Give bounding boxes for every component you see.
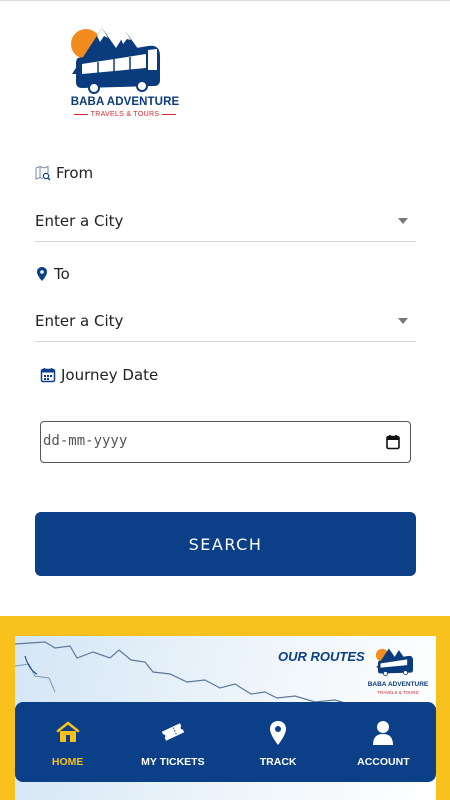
- to-label: To: [35, 265, 70, 283]
- banner-brand-tagline: TRAVELS & TOURS: [377, 690, 419, 695]
- brand-logo: BABA ADVENTURE TRAVELS & TOURS: [64, 18, 184, 124]
- journey-date-input[interactable]: dd-mm-yyyy: [40, 421, 411, 463]
- chevron-down-icon: [398, 318, 408, 324]
- nav-label-account: ACCOUNT: [357, 756, 410, 768]
- to-label-text: To: [54, 265, 70, 283]
- to-city-select[interactable]: Enter a City: [35, 302, 416, 342]
- from-label: From: [35, 164, 93, 182]
- date-placeholder: dd-mm-yyyy: [43, 433, 128, 449]
- top-divider: [0, 0, 450, 1]
- nav-item-account[interactable]: ACCOUNT: [331, 702, 436, 782]
- ticket-icon: [160, 720, 186, 748]
- nav-label-track: TRACK: [259, 756, 297, 768]
- nav-label-home: HOME: [51, 756, 84, 768]
- journey-date-label-text: Journey Date: [61, 366, 159, 384]
- calendar-picker-icon[interactable]: [386, 434, 400, 454]
- from-label-text: From: [56, 164, 94, 182]
- nav-item-my-tickets[interactable]: MY TICKETS: [120, 702, 225, 782]
- home-icon: [55, 720, 81, 748]
- brand-tagline: TRAVELS & TOURS: [66, 111, 184, 118]
- location-pin-icon: [268, 720, 288, 750]
- nav-item-home[interactable]: HOME: [15, 702, 120, 782]
- bus-mountain-logo-icon: [375, 648, 413, 676]
- journey-date-label: Journey Date: [40, 366, 158, 384]
- our-routes-heading: OUR ROUTES: [278, 649, 365, 664]
- nav-item-track[interactable]: TRACK: [226, 702, 331, 782]
- search-button[interactable]: SEARCH: [35, 512, 416, 576]
- user-icon: [372, 720, 394, 750]
- chevron-down-icon: [398, 218, 408, 224]
- brand-name: BABA ADVENTURE: [70, 96, 180, 108]
- bottom-nav: HOME MY TICKETS TRACK ACCOUNT: [15, 702, 436, 782]
- banner-brand-name: BABA ADVENTURE: [367, 681, 429, 688]
- from-city-select[interactable]: Enter a City: [35, 202, 416, 242]
- map-search-icon: [35, 165, 51, 181]
- bus-mountain-logo-icon: [71, 28, 160, 94]
- to-city-value: Enter a City: [35, 312, 124, 330]
- location-pin-icon: [35, 266, 49, 282]
- from-city-value: Enter a City: [35, 212, 124, 230]
- calendar-icon: [40, 367, 56, 383]
- nav-label-my-tickets: MY TICKETS: [141, 756, 205, 768]
